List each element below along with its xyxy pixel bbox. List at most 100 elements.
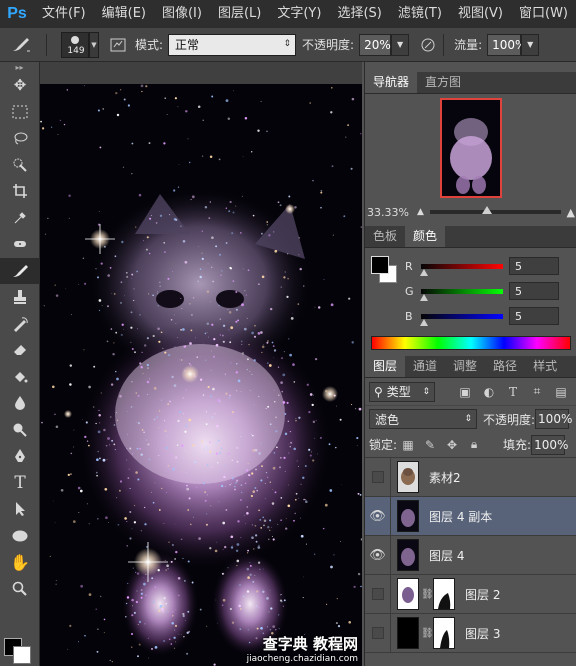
layer-row[interactable]: ⛓︎ 图层 3 [365,614,576,653]
brush-preset-picker[interactable]: 149 [61,31,89,58]
layer-mask-thumbnail[interactable] [433,617,455,649]
layer-row[interactable]: ⛓︎ 图层 2 [365,575,576,614]
menu-type[interactable]: 文字(Y) [269,0,329,28]
tab-adjustments[interactable]: 调整 [445,356,485,377]
menu-file[interactable]: 文件(F) [34,0,94,28]
fill-input[interactable]: 100% [531,434,568,455]
history-brush-icon[interactable] [0,311,40,338]
lock-all-icon[interactable]: 🔒︎ [463,435,485,455]
zoom-slider[interactable] [429,206,561,214]
filter-adjustment-icon[interactable]: ◐ [479,382,499,402]
flow-input[interactable]: 100% [487,33,526,56]
green-label: G [405,284,414,298]
healing-icon[interactable] [0,231,40,258]
dodge-icon[interactable] [0,417,40,444]
red-value[interactable]: 5 [509,257,559,275]
flow-dropdown[interactable]: ▼ [521,33,540,56]
foreground-color-swatch[interactable] [371,256,389,274]
eyedropper-icon[interactable] [0,205,40,232]
quick-select-icon[interactable] [0,152,40,179]
ellipse-icon[interactable] [0,523,40,550]
background-color[interactable] [13,646,31,664]
eraser-icon[interactable] [0,337,40,364]
blue-slider-knob[interactable] [420,318,428,326]
red-slider-knob[interactable] [420,268,428,276]
lasso-icon[interactable] [0,125,40,152]
watermark-url: jiaocheng.chazidian.com [246,654,358,664]
filter-shape-icon[interactable]: ⌗ [527,382,547,402]
menu-image[interactable]: 图像(I) [154,0,210,28]
zoom-value[interactable]: 33.33% [367,206,409,219]
tool-preset-picker[interactable] [0,28,42,62]
updown-icon: ⇕ [464,414,472,424]
color-swatches[interactable] [4,638,36,666]
layer-row[interactable]: 素材2 [365,458,576,497]
marquee-icon[interactable] [0,99,40,126]
menu-view[interactable]: 视图(V) [450,0,511,28]
flow-label: 流量: [454,38,483,52]
tab-navigator[interactable]: 导航器 [365,72,418,93]
color-spectrum[interactable] [371,336,571,350]
layer-row[interactable]: 👁︎ 图层 4 副本 [365,497,576,536]
type-icon[interactable]: T [0,470,40,497]
tab-styles[interactable]: 样式 [525,356,565,377]
zoom-out-icon[interactable]: ▲ [417,207,424,217]
lock-position-icon[interactable]: ✥ [441,435,463,455]
mode-select[interactable]: 正常 ⇕ [168,33,297,56]
menu-filter[interactable]: 滤镜(T) [390,0,450,28]
eye-icon[interactable]: 👁︎ [365,497,391,535]
navigator-footer: 33.33% ▲ ▲ [365,202,576,222]
layer-row[interactable]: 👁︎ 图层 4 [365,536,576,575]
lock-transparent-icon[interactable]: ▦ [397,435,419,455]
visibility-toggle[interactable] [365,575,391,613]
layer-opacity-input[interactable]: 100% [535,409,572,429]
zoom-icon[interactable] [0,576,40,603]
zoom-slider-knob[interactable] [482,206,493,214]
opacity-dropdown[interactable]: ▼ [391,33,410,56]
filter-smart-object-icon[interactable]: ▤ [551,382,571,402]
menu-edit[interactable]: 编辑(E) [94,0,154,28]
crop-icon[interactable] [0,178,40,205]
move-icon[interactable]: ✥ [0,72,40,99]
lock-pixels-icon[interactable]: ✎ [419,435,441,455]
tab-histogram[interactable]: 直方图 [417,72,469,93]
paint-bucket-icon[interactable] [0,364,40,391]
brush-icon[interactable] [0,257,40,284]
zoom-in-icon[interactable]: ▲ [567,206,575,219]
tab-channels[interactable]: 通道 [405,356,445,377]
document-canvas[interactable]: 查字典 教程网 jiaocheng.chazidian.com [40,84,362,666]
menu-window[interactable]: 窗口(W) [511,0,576,28]
eye-icon[interactable]: 👁︎ [365,536,391,574]
pen-icon[interactable] [0,443,40,470]
visibility-toggle[interactable] [365,614,391,652]
navigator-thumbnail[interactable] [440,98,502,198]
brush-panel-toggle-icon[interactable] [107,34,129,56]
menu-layer[interactable]: 图层(L) [210,0,269,28]
blue-value[interactable]: 5 [509,307,559,325]
tab-layers[interactable]: 图层 [365,356,406,377]
blend-mode-select[interactable]: 滤色 ⇕ [369,409,477,429]
layer-mask-thumbnail[interactable] [433,578,455,610]
blur-icon[interactable] [0,390,40,417]
pressure-opacity-icon[interactable] [417,34,439,56]
mode-value: 正常 [175,38,200,52]
tab-paths[interactable]: 路径 [485,356,525,377]
tab-swatches[interactable]: 色板 [365,226,405,247]
filter-type-icon[interactable]: T [503,382,523,402]
layer-filter-select[interactable]: ⚲ 类型 ⇕ [369,381,435,402]
menu-select[interactable]: 选择(S) [329,0,389,28]
stamp-icon[interactable] [0,284,40,311]
blue-slider[interactable] [420,313,503,326]
path-select-icon[interactable] [0,496,40,523]
opacity-input[interactable]: 20% [359,33,392,56]
chevron-down-icon[interactable]: ▼ [89,31,99,58]
green-slider[interactable] [420,288,503,301]
panel-grip[interactable]: ▸▸ [0,62,39,72]
hand-icon[interactable]: ✋ [0,549,40,576]
visibility-toggle[interactable] [365,458,391,496]
filter-pixel-icon[interactable]: ▣ [455,382,475,402]
tab-color[interactable]: 颜色 [405,226,446,247]
green-value[interactable]: 5 [509,282,559,300]
green-slider-knob[interactable] [420,293,428,301]
red-slider[interactable] [420,263,503,276]
